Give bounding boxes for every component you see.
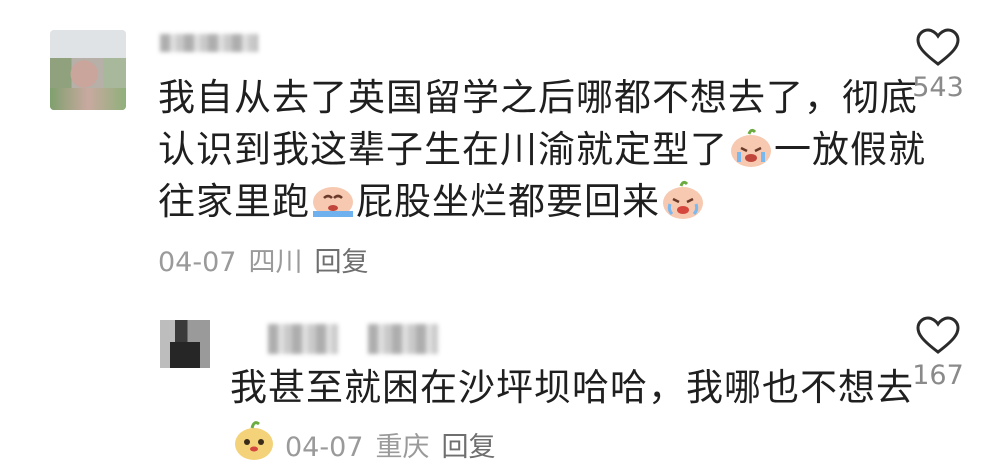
comment-line-2-b: 一放假就 <box>774 128 926 171</box>
heart-icon <box>916 316 960 354</box>
comment-location: 重庆 <box>375 432 430 463</box>
crying-face-icon <box>663 180 703 219</box>
comment-line-3-b: 屁股坐烂都要回来 <box>356 180 660 223</box>
comment-meta: 04-07 四川 回复 <box>158 240 380 279</box>
avatar[interactable] <box>160 320 210 368</box>
username-blurred[interactable] <box>160 34 258 52</box>
like-count: 543 <box>912 72 964 103</box>
crying-face-icon <box>313 187 353 217</box>
mascot-icon <box>235 421 273 460</box>
avatar[interactable] <box>50 30 126 110</box>
crying-face-icon <box>731 128 771 167</box>
comment-date: 04-07 <box>158 247 237 278</box>
reply-button[interactable]: 回复 <box>314 247 368 278</box>
comment-line-3-a: 往家里跑 <box>158 180 310 223</box>
comment-text: 我自从去了英国留学之后哪都不想去了，彻底 认识到我这辈子生在川渝就定型了 一放假… <box>158 72 926 228</box>
username-blurred-suffix <box>368 324 438 354</box>
comment-line-2: 认识到我这辈子生在川渝就定型了 一放假就 <box>158 124 926 176</box>
reply-button[interactable]: 回复 <box>441 432 495 463</box>
username-blurred[interactable] <box>268 324 338 354</box>
comment-meta: 04-07 重庆 回复 <box>285 425 507 464</box>
comment-line-1: 我自从去了英国留学之后哪都不想去了，彻底 <box>158 76 918 119</box>
comment-text: 我甚至就困在沙坪坝哈哈，我哪也不想去 <box>230 366 914 409</box>
heart-icon <box>916 28 960 66</box>
comment-date: 04-07 <box>285 432 364 463</box>
comment-line-3: 往家里跑 屁股坐烂都要回来 <box>158 176 926 228</box>
like-count: 167 <box>912 360 964 391</box>
like-button[interactable]: 167 <box>898 316 978 391</box>
comment-line-2-a: 认识到我这辈子生在川渝就定型了 <box>158 128 728 171</box>
comment-location: 四川 <box>248 247 303 278</box>
like-button[interactable]: 543 <box>898 28 978 103</box>
